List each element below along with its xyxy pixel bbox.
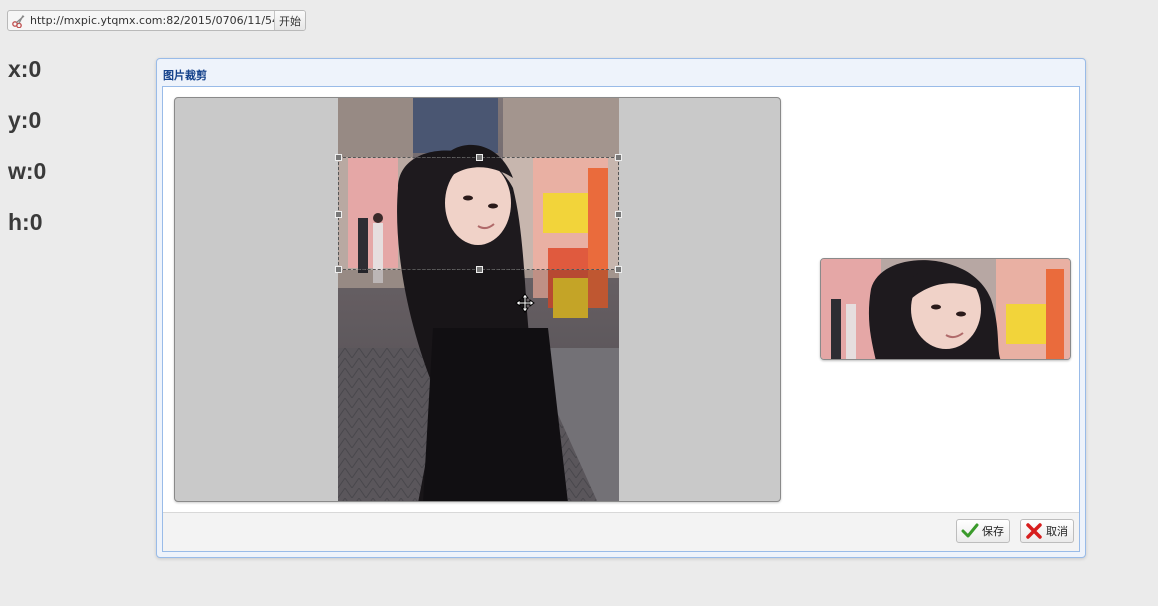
- h-readout: h:0: [8, 209, 43, 235]
- crop-preview: [820, 258, 1071, 360]
- dialog-footer: 保存 取消: [163, 512, 1079, 551]
- crop-area[interactable]: [174, 97, 781, 502]
- y-readout: y:0: [8, 107, 42, 133]
- cancel-button[interactable]: 取消: [1020, 519, 1074, 543]
- w-readout: w:0: [8, 158, 47, 184]
- save-button[interactable]: 保存: [956, 519, 1010, 543]
- scissors-icon: [8, 11, 30, 30]
- dialog-title: 图片裁剪: [163, 69, 207, 82]
- handle-bottom-right[interactable]: [615, 266, 622, 273]
- handle-top-right[interactable]: [615, 154, 622, 161]
- handle-bottom-left[interactable]: [335, 266, 342, 273]
- close-icon: [1024, 522, 1044, 540]
- handle-top-left[interactable]: [335, 154, 342, 161]
- url-input[interactable]: http://mxpic.ytqmx.com:82/2015/0706/11/5…: [30, 14, 274, 27]
- save-label: 保存: [982, 525, 1004, 538]
- cancel-label: 取消: [1046, 525, 1068, 538]
- handle-top[interactable]: [476, 154, 483, 161]
- crop-dialog: 图片裁剪 保存 取消: [156, 58, 1086, 558]
- dialog-body: 保存 取消: [162, 86, 1080, 552]
- x-readout: x:0: [8, 56, 42, 82]
- handle-bottom[interactable]: [476, 266, 483, 273]
- start-button[interactable]: 开始: [274, 11, 305, 30]
- handle-right[interactable]: [615, 211, 622, 218]
- url-bar: http://mxpic.ytqmx.com:82/2015/0706/11/5…: [7, 10, 306, 31]
- coordinate-panel: x:0 y:0 w:0 h:0: [8, 55, 46, 259]
- handle-left[interactable]: [335, 211, 342, 218]
- checkmark-icon: [960, 522, 980, 540]
- crop-selection[interactable]: [335, 154, 622, 313]
